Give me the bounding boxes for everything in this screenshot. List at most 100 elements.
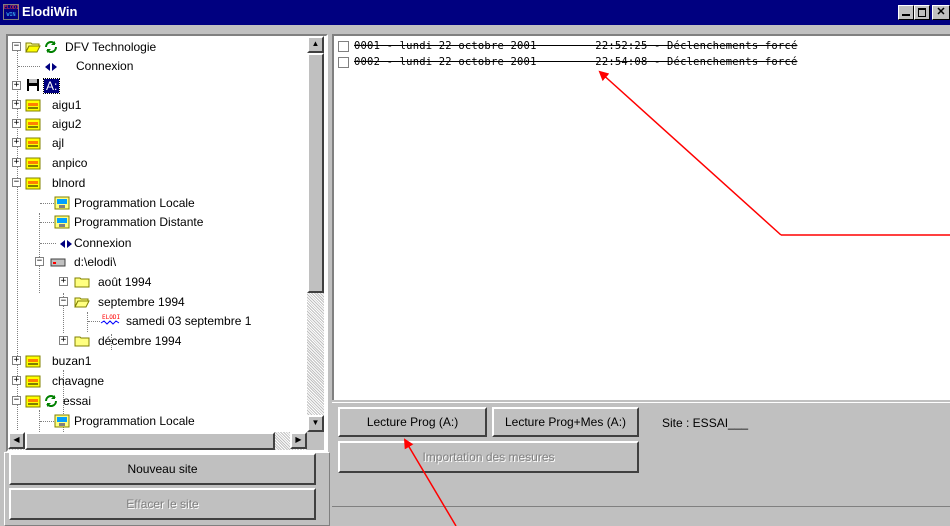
tree-node-prog-distante[interactable]: Programmation Distante xyxy=(8,213,307,232)
expand-icon[interactable]: + xyxy=(12,119,21,128)
log-row[interactable]: 0002 - lundi 22 octobre 2001 22:54:08 - … xyxy=(338,55,948,71)
sync-icon xyxy=(45,395,57,407)
tree-node-site-aigu2[interactable]: + aigu2 xyxy=(8,115,307,134)
title-bar[interactable]: ELODI WIN ElodiWin ✕ xyxy=(0,0,950,25)
open-folder-icon xyxy=(74,297,90,308)
close-icon: ✕ xyxy=(936,6,946,18)
tree-node-connexion-2[interactable]: Connexion xyxy=(8,234,307,253)
tree-node-site-buzan1[interactable]: + buzan1 xyxy=(8,352,307,371)
expand-icon[interactable]: + xyxy=(59,277,68,286)
connection-icon xyxy=(60,240,72,248)
delete-site-button[interactable]: Effacer le site xyxy=(9,488,316,520)
tree-node-label: DFV Technologie xyxy=(65,40,157,54)
tree-node-label: samedi 03 septembre 1 xyxy=(126,314,252,328)
expand-icon[interactable]: + xyxy=(12,376,21,385)
minimize-button[interactable] xyxy=(898,5,914,20)
import-measures-button[interactable]: Importation des mesures xyxy=(338,441,639,473)
read-prog-button[interactable]: Lecture Prog (A:) xyxy=(338,407,487,437)
tree-node-label: essai xyxy=(63,394,92,408)
tree-node-label-selected: A: xyxy=(42,78,61,94)
tree-node-label: ajl xyxy=(52,136,65,150)
window-title: ElodiWin xyxy=(22,4,78,19)
log-row-text: 0001 - lundi 22 octobre 2001 22:52:25 - … xyxy=(354,40,798,52)
maximize-button[interactable] xyxy=(914,5,930,20)
scroll-right-button[interactable]: ▶ xyxy=(290,432,307,449)
read-prog-mes-button[interactable]: Lecture Prog+Mes (A:) xyxy=(492,407,639,437)
open-folder-icon xyxy=(25,42,41,53)
arrow-up-icon: ▲ xyxy=(311,39,320,48)
tree-node-site-aigu1[interactable]: + aigu1 xyxy=(8,96,307,115)
tree-node-site-ajl[interactable]: + ajl xyxy=(8,134,307,153)
tree-node-root[interactable]: − DFV Technologie xyxy=(8,38,307,57)
tree-node-label: d:\elodi\ xyxy=(74,255,117,269)
log-row-text: 0002 - lundi 22 octobre 2001 22:54:08 - … xyxy=(354,56,798,68)
log-row[interactable]: 0001 - lundi 22 octobre 2001 22:52:25 - … xyxy=(338,39,948,55)
tree-node-label: Connexion xyxy=(76,59,134,73)
site-tree[interactable]: − DFV Technologie Connexion + A: + aigu1… xyxy=(6,34,328,452)
collapse-icon[interactable]: − xyxy=(12,396,21,405)
maximize-icon xyxy=(918,8,926,17)
expand-icon[interactable]: + xyxy=(12,81,21,90)
tree-node-drive-a[interactable]: + A: xyxy=(8,77,307,96)
expand-icon[interactable]: + xyxy=(12,100,21,109)
elodiwin-app-icon[interactable]: ELODI WIN xyxy=(3,4,19,20)
row-checkbox[interactable] xyxy=(338,41,349,52)
programming-icon xyxy=(54,414,70,428)
tree-node-site-chavagne[interactable]: + chavagne xyxy=(8,372,307,391)
close-button[interactable]: ✕ xyxy=(932,5,950,20)
tree-node-label: Programmation Distante xyxy=(74,215,204,229)
status-strip xyxy=(332,506,950,526)
site-icon xyxy=(25,157,41,170)
tree-node-label: anpico xyxy=(52,156,88,170)
tree-node-label: Connexion xyxy=(74,236,132,250)
tree-node-label: août 1994 xyxy=(98,275,152,289)
tree-node-label: Programmation Locale xyxy=(74,196,195,210)
arrow-down-icon: ▼ xyxy=(311,418,320,427)
tree-node-aout-1994[interactable]: + août 1994 xyxy=(8,273,307,292)
drive-icon xyxy=(50,258,66,267)
collapse-icon[interactable]: − xyxy=(35,257,44,266)
tree-node-prog-locale[interactable]: Programmation Locale xyxy=(8,194,307,213)
collapse-icon[interactable]: − xyxy=(12,178,21,187)
scroll-down-button[interactable]: ▼ xyxy=(307,415,324,432)
tree-node-dec-1994[interactable]: + décembre 1994 xyxy=(8,332,307,351)
programming-icon xyxy=(54,215,70,229)
tree-node-sept-1994[interactable]: − septembre 1994 xyxy=(8,293,307,312)
tree-node-site-blnord[interactable]: − blnord xyxy=(8,174,307,193)
folder-icon xyxy=(74,336,90,347)
expand-icon[interactable]: + xyxy=(12,138,21,147)
collapse-icon[interactable]: − xyxy=(59,297,68,306)
arrow-left-icon: ◀ xyxy=(13,435,20,444)
site-icon xyxy=(25,99,41,112)
tree-node-d-elodi[interactable]: − d:\elodi\ xyxy=(8,253,307,272)
svg-text:ELODI: ELODI xyxy=(102,314,120,321)
site-icon xyxy=(25,355,41,368)
tree-node-site-anpico[interactable]: + anpico xyxy=(8,154,307,173)
tree-node-connexion[interactable]: Connexion xyxy=(8,57,307,76)
tree-node-samedi-03[interactable]: ELODI samedi 03 septembre 1 xyxy=(8,312,307,331)
site-icon xyxy=(25,395,41,408)
tree-node-label: décembre 1994 xyxy=(98,334,182,348)
tree-node-label: Programmation Locale xyxy=(74,414,195,428)
horizontal-scroll-thumb[interactable] xyxy=(25,432,275,450)
event-log-list[interactable]: 0001 - lundi 22 octobre 2001 22:52:25 - … xyxy=(332,34,950,400)
expand-icon[interactable]: + xyxy=(12,356,21,365)
tree-content[interactable]: − DFV Technologie Connexion + A: + aigu1… xyxy=(8,36,307,432)
tree-node-site-essai[interactable]: − essai xyxy=(8,392,307,411)
site-icon xyxy=(25,137,41,150)
scroll-up-button[interactable]: ▲ xyxy=(307,36,324,53)
tree-node-label: buzan1 xyxy=(52,354,92,368)
site-label: Site : ESSAI___ xyxy=(662,416,749,430)
row-checkbox[interactable] xyxy=(338,57,349,68)
tree-node-label: blnord xyxy=(52,176,86,190)
new-site-button[interactable]: Nouveau site xyxy=(9,453,316,485)
programming-icon xyxy=(54,196,70,210)
site-icon xyxy=(25,118,41,131)
collapse-icon[interactable]: − xyxy=(12,42,21,51)
scroll-left-button[interactable]: ◀ xyxy=(8,432,25,449)
expand-icon[interactable]: + xyxy=(12,158,21,167)
minimize-icon xyxy=(902,14,910,16)
vertical-scroll-thumb[interactable] xyxy=(307,53,324,293)
tree-node-prog-locale-2[interactable]: Programmation Locale xyxy=(8,412,307,431)
expand-icon[interactable]: + xyxy=(59,336,68,345)
